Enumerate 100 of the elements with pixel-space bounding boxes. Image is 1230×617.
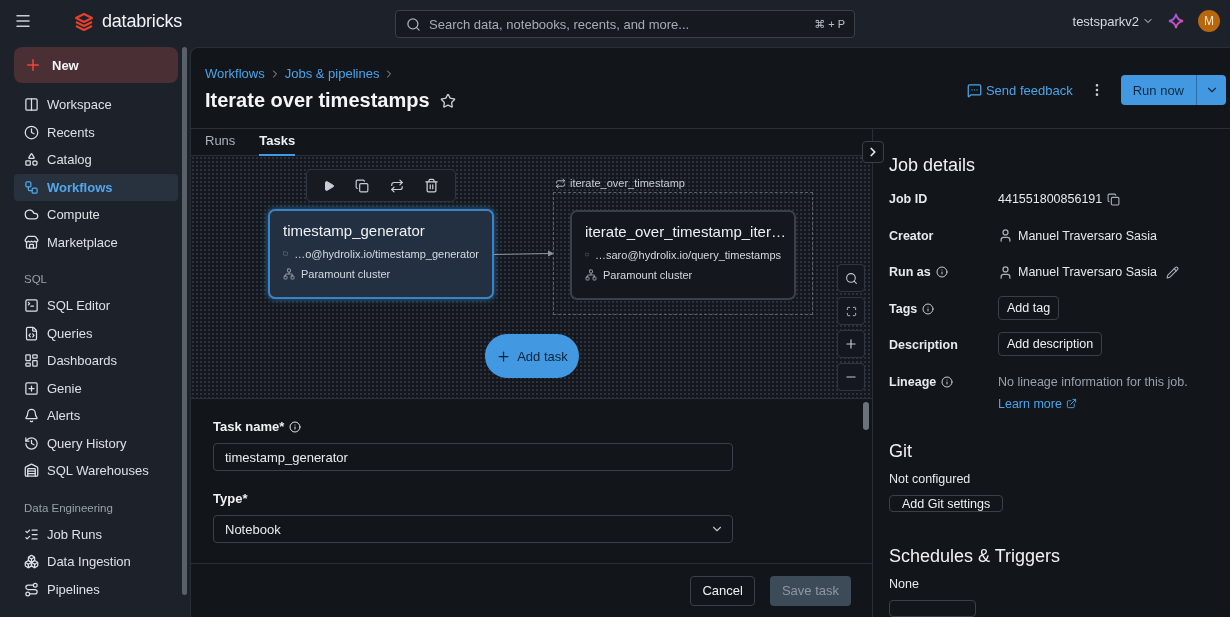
node-path: …saro@hydrolix.io/query_timestamps bbox=[595, 248, 781, 261]
sidebar-item[interactable]: Alerts bbox=[14, 402, 178, 430]
sidebar-item[interactable]: Query History bbox=[14, 429, 178, 457]
cancel-button[interactable]: Cancel bbox=[690, 575, 755, 606]
type-select[interactable]: Notebook bbox=[213, 515, 733, 543]
dashboard-icon bbox=[24, 353, 39, 369]
sidebar-item[interactable]: Workflows bbox=[14, 173, 178, 201]
sidebar-item[interactable]: Marketplace bbox=[14, 228, 178, 256]
page-title: Iterate over timestamps bbox=[205, 89, 430, 112]
task-node[interactable]: iterate_over_timestamp_iter… …saro@hydrolix.io/query_timestamps Paramount cluster bbox=[570, 210, 796, 300]
node-path: …o@hydrolix.io/timestamp_generator bbox=[294, 247, 479, 260]
task-node[interactable]: timestamp_generator …o@hydrolix.io/timestamp_generator Paramount cluster bbox=[268, 209, 494, 299]
copy-icon[interactable] bbox=[1107, 192, 1121, 206]
scrollbar[interactable] bbox=[863, 402, 869, 430]
user-icon bbox=[998, 264, 1013, 280]
sparkle-icon[interactable] bbox=[1168, 13, 1184, 29]
plus-icon bbox=[844, 337, 858, 351]
loop-icon[interactable] bbox=[389, 178, 404, 193]
workflow-canvas[interactable]: timestamp_generator …o@hydrolix.io/timestamp_generator Paramount cluster iterate_over_timestamp iterate_over_timestamp_iter… …saro@hydrolix.io/query_timestamps Paramount cluster Add task bbox=[191, 156, 872, 399]
pencil-icon[interactable] bbox=[1165, 265, 1179, 279]
field-label: Type* bbox=[213, 491, 248, 506]
shortcut-hint: ⌘ + P bbox=[814, 18, 845, 31]
lineage-note: No lineage information for this job. bbox=[998, 374, 1188, 389]
user-icon bbox=[998, 228, 1013, 243]
star-icon[interactable] bbox=[439, 92, 456, 109]
detail-label: Run as bbox=[889, 265, 931, 279]
info-icon[interactable] bbox=[289, 420, 302, 433]
section-title: Schedules & Triggers bbox=[889, 546, 1062, 567]
sidebar-item[interactable]: Catalog bbox=[14, 146, 178, 174]
store-icon bbox=[24, 234, 39, 250]
sidebar-item[interactable]: Genie bbox=[14, 374, 178, 402]
brand-name: databricks bbox=[102, 10, 183, 32]
sidebar-item[interactable]: Recents bbox=[14, 118, 178, 146]
sidebar-item[interactable]: Pipelines bbox=[14, 575, 178, 603]
add-button[interactable]: Add description bbox=[998, 332, 1103, 356]
git-settings-button[interactable]: Add Git settings bbox=[889, 495, 1004, 512]
clock-icon bbox=[24, 124, 39, 140]
sidebar-item[interactable]: Job Runs bbox=[14, 520, 178, 548]
add-task-button[interactable]: Add task bbox=[485, 334, 579, 378]
sidebar-item[interactable]: SQL Editor bbox=[14, 292, 178, 320]
loop-icon bbox=[555, 177, 566, 189]
history-icon bbox=[24, 435, 39, 451]
user-name: Manuel Traversaro Sasia bbox=[1018, 265, 1157, 279]
sidebar-item[interactable]: Dashboards bbox=[14, 347, 178, 375]
sidebar-item[interactable]: Compute bbox=[14, 201, 178, 229]
detail-label: Job ID bbox=[889, 192, 928, 206]
detail-label: Description bbox=[889, 338, 958, 352]
section-heading: Data Engineering bbox=[23, 500, 114, 516]
task-name-field[interactable]: timestamp_generator bbox=[213, 443, 733, 471]
detail-label: Creator bbox=[889, 228, 934, 243]
node-cluster: Paramount cluster bbox=[603, 269, 693, 281]
detail-label: Tags bbox=[889, 301, 918, 316]
plus-icon bbox=[496, 348, 512, 364]
connector-arrow bbox=[494, 250, 554, 258]
boxes-icon bbox=[24, 554, 39, 570]
workflow-icon bbox=[24, 179, 39, 195]
sidebar-item[interactable]: SQL Warehouses bbox=[14, 457, 178, 485]
trash-icon[interactable] bbox=[423, 178, 439, 193]
sidebar-item[interactable]: Workspace bbox=[14, 91, 178, 119]
square-plus-icon bbox=[24, 380, 39, 396]
learn-more-link[interactable]: Learn more bbox=[998, 396, 1214, 411]
detail-label: Lineage bbox=[889, 374, 937, 389]
feedback-link[interactable]: Send feedback bbox=[966, 82, 1073, 98]
sidebar-item[interactable]: Data Ingestion bbox=[14, 548, 178, 576]
play-icon[interactable] bbox=[323, 179, 336, 192]
breadcrumb-link[interactable]: Workflows bbox=[205, 66, 265, 81]
user-name: Manuel Traversaro Sasia bbox=[1018, 228, 1157, 243]
run-now-button[interactable]: Run now bbox=[1120, 75, 1196, 105]
copy-icon[interactable] bbox=[355, 178, 370, 193]
bell-icon bbox=[24, 408, 39, 424]
section-title: Git bbox=[889, 441, 913, 462]
loop-label: iterate_over_timestamp bbox=[570, 177, 685, 189]
fit-view-button[interactable] bbox=[837, 297, 865, 325]
cluster-icon bbox=[283, 268, 295, 280]
info-icon[interactable] bbox=[922, 302, 935, 315]
tab[interactable]: Runs bbox=[205, 129, 236, 156]
run-options-button[interactable] bbox=[1196, 75, 1226, 105]
cluster-icon bbox=[585, 269, 597, 281]
zoom-search-button[interactable] bbox=[837, 264, 865, 292]
collapse-panel-button[interactable] bbox=[862, 141, 884, 163]
add-button[interactable]: Add tag bbox=[998, 295, 1060, 320]
zoom-out-button[interactable] bbox=[837, 363, 865, 391]
breadcrumb-link[interactable]: Jobs & pipelines bbox=[284, 66, 380, 81]
zoom-in-button[interactable] bbox=[837, 330, 865, 358]
new-button[interactable]: New bbox=[14, 47, 178, 83]
sidebar-item[interactable]: Queries bbox=[14, 319, 178, 347]
route-icon bbox=[24, 581, 39, 597]
git-status: Not configured bbox=[889, 472, 972, 486]
scrollbar[interactable] bbox=[182, 47, 187, 595]
plus-icon bbox=[24, 56, 42, 74]
info-icon[interactable] bbox=[935, 266, 948, 278]
file-code-icon bbox=[24, 325, 39, 341]
cloud-icon bbox=[24, 207, 39, 223]
section-heading: SQL bbox=[23, 272, 48, 287]
node-title: timestamp_generator bbox=[283, 222, 426, 239]
chat-icon bbox=[966, 82, 982, 98]
logo-icon bbox=[74, 11, 94, 31]
info-icon[interactable] bbox=[941, 375, 954, 388]
workspace-switcher[interactable]: testsparkv2 bbox=[1072, 13, 1154, 29]
node-cluster: Paramount cluster bbox=[301, 268, 391, 280]
